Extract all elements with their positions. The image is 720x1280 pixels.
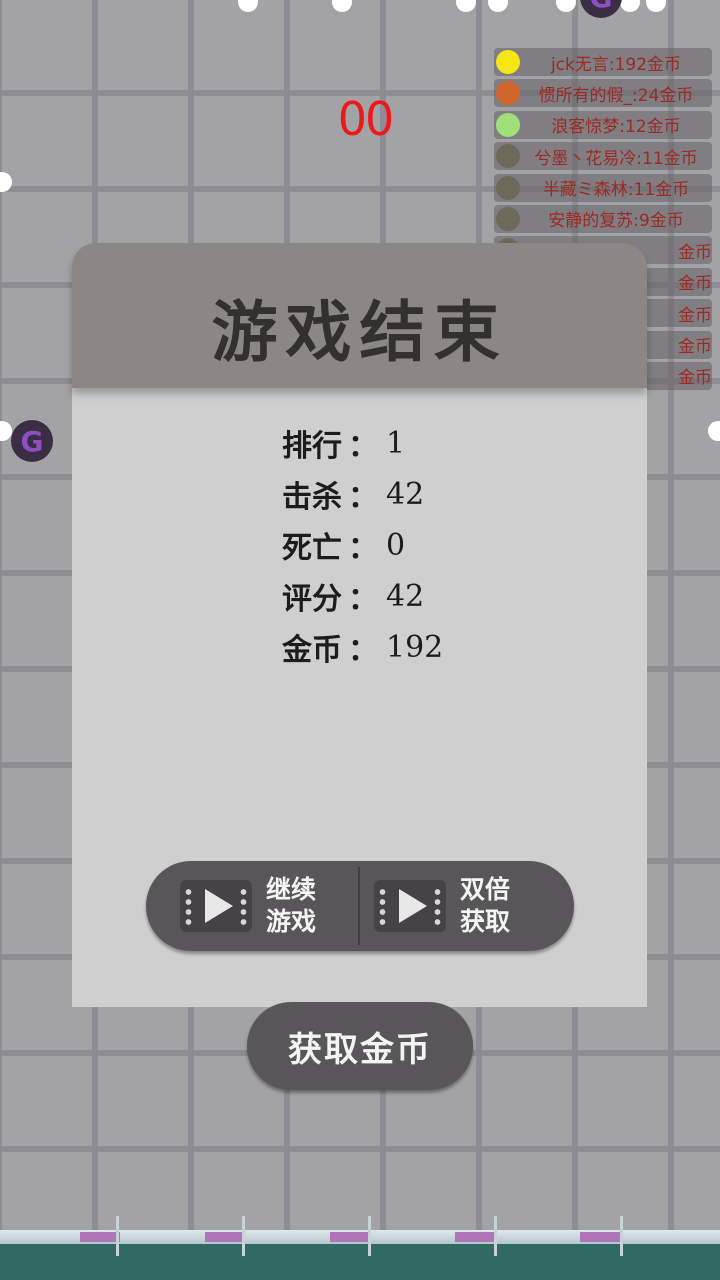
- leaderboard-row: 浪客惊梦:12金币: [494, 110, 712, 139]
- player-color-dot: [496, 144, 520, 169]
- stat-separator: ：: [348, 531, 378, 566]
- double-label-line2: 获取: [460, 907, 511, 936]
- double-reward-button[interactable]: 双倍 获取: [374, 861, 564, 951]
- rail-post: [494, 1216, 497, 1256]
- stat-value: 42: [386, 578, 425, 614]
- dialog-title: 游戏结束: [211, 293, 508, 371]
- video-button-group: 继续 游戏 双倍 获取: [146, 861, 574, 951]
- stat-row: 排行： 1: [282, 423, 406, 465]
- stat-separator: ：: [348, 480, 378, 515]
- stat-separator: ：: [348, 582, 378, 617]
- dialog-body: 排行： 1 击杀： 42 死亡： 0 评分： 42 金币： 192 继续 游戏 双倍 获取: [72, 383, 647, 1090]
- stat-label: 击杀: [282, 480, 342, 515]
- leaderboard-entry-text: jck无言:192金币: [550, 54, 682, 75]
- leaderboard-entry-text: 惯所有的假_:24金币: [538, 85, 694, 106]
- leaderboard-row: jck无言:192金币: [494, 48, 712, 76]
- stat-label: 排行: [282, 429, 342, 464]
- countdown-timer: 00: [337, 92, 395, 146]
- dialog-header: 游戏结束: [72, 243, 647, 388]
- player-color-dot: [496, 112, 520, 137]
- stat-value: 1: [386, 425, 406, 461]
- continue-label-line1: 继续: [266, 875, 317, 904]
- stat-label: 评分: [282, 582, 342, 617]
- player-color-dot: [496, 50, 520, 74]
- player-color-dot: [496, 206, 520, 231]
- leaderboard-row: 半藏ミ森林:11金币: [494, 173, 712, 202]
- leaderboard-row: 安静的复苏:9金币: [494, 204, 712, 233]
- player-color-dot: [496, 175, 520, 200]
- stat-row: 死亡： 0: [282, 525, 406, 567]
- rail-post: [116, 1216, 119, 1256]
- leaderboard-entry-text: 浪客惊梦:12金币: [551, 117, 681, 138]
- rail-post: [368, 1216, 371, 1256]
- stat-row: 金币： 192: [282, 627, 444, 669]
- leaderboard-row: 兮墨丶花易冷:11金币: [494, 142, 712, 171]
- leaderboard-row: 惯所有的假_:24金币: [494, 79, 712, 108]
- rail-post: [242, 1216, 245, 1256]
- leaderboard-entry-text: 半藏ミ森林:11金币: [542, 180, 690, 201]
- leaderboard-entry-text: 安静的复苏:9金币: [548, 211, 684, 232]
- rail-segment: [330, 1232, 370, 1242]
- rail-segment: [80, 1232, 120, 1242]
- continue-label-line2: 游戏: [266, 907, 317, 936]
- video-play-icon: [180, 880, 252, 932]
- player-token: G: [11, 420, 53, 462]
- rail-segment: [455, 1232, 495, 1242]
- game-over-dialog: 排行： 1 击杀： 42 死亡： 0 评分： 42 金币： 192 继续 游戏 双倍 获取: [72, 243, 647, 1090]
- stat-row: 评分： 42: [282, 576, 425, 618]
- leaderboard-entry-text: 兮墨丶花易冷:11金币: [534, 148, 698, 169]
- stat-value: 0: [386, 527, 406, 563]
- player-color-dot: [496, 81, 520, 106]
- rail-segment: [580, 1232, 620, 1242]
- stat-value: 42: [386, 476, 425, 512]
- divider: [358, 867, 360, 945]
- stat-separator: ：: [348, 429, 378, 464]
- stat-value: 192: [386, 629, 444, 665]
- video-play-icon: [374, 880, 446, 932]
- stat-label: 死亡: [282, 531, 342, 566]
- rail-segment: [205, 1232, 245, 1242]
- continue-game-button[interactable]: 继续 游戏: [180, 861, 355, 951]
- get-coins-button[interactable]: 获取金币: [247, 1002, 473, 1090]
- stat-row: 击杀： 42: [282, 474, 425, 516]
- double-label-line1: 双倍: [460, 875, 511, 904]
- stat-label: 金币: [282, 633, 342, 668]
- stat-separator: ：: [348, 633, 378, 668]
- rail-post: [620, 1216, 623, 1256]
